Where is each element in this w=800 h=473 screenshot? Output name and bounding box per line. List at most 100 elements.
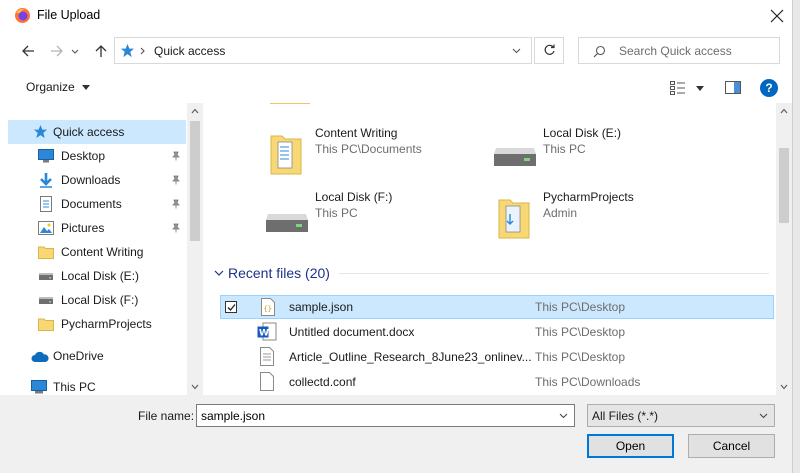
star-icon: [120, 43, 135, 58]
sidebar-item-documents[interactable]: Documents: [8, 192, 186, 216]
sidebar-item-onedrive[interactable]: OneDrive: [8, 344, 186, 368]
folder-icon: [270, 135, 302, 175]
command-bar: Organize ?: [0, 72, 800, 102]
sidebar-item-local-disk-f[interactable]: Local Disk (F:): [8, 288, 186, 312]
sidebar-item-label: Content Writing: [61, 245, 144, 259]
sidebar-item-content-writing[interactable]: Content Writing: [8, 240, 186, 264]
back-button[interactable]: [17, 40, 39, 62]
sidebar-item-local-disk-e[interactable]: Local Disk (E:): [8, 264, 186, 288]
change-view-button[interactable]: [668, 78, 708, 98]
address-location[interactable]: Quick access: [154, 44, 225, 58]
window-title: File Upload: [37, 8, 101, 22]
pin-icon: [172, 199, 180, 209]
file-list-scrollbar[interactable]: [776, 103, 792, 395]
file-row[interactable]: Article_Outline_Research_8June23_onlinev…: [220, 345, 774, 369]
file-name: sample.json: [289, 300, 354, 314]
document-icon: [40, 196, 52, 212]
scroll-down-icon: [780, 384, 788, 390]
filetype-select[interactable]: All Files (*.*): [587, 404, 775, 427]
file-location: This PC\Desktop: [535, 300, 626, 314]
close-icon: [770, 9, 784, 23]
file-row[interactable]: collectd.conf This PC\Downloads: [220, 370, 774, 394]
arrow-up-icon: [95, 45, 107, 57]
sidebar-item-label: Pictures: [61, 221, 105, 235]
tile-name: Local Disk (F:): [315, 190, 393, 204]
tile-name: Content Writing: [315, 126, 398, 140]
sidebar-item-this-pc[interactable]: This PC: [8, 375, 186, 395]
pin-icon: [172, 151, 180, 161]
tile-content-writing[interactable]: Content Writing This PC\Documents: [264, 126, 484, 186]
tile-name: Local Disk (E:): [543, 126, 622, 140]
scroll-up-icon: [191, 108, 199, 114]
file-location: This PC\Desktop: [535, 325, 626, 339]
file-name: collectd.conf: [289, 375, 356, 389]
chevron-down-icon: [71, 49, 79, 54]
address-bar[interactable]: Quick access: [114, 37, 532, 64]
filename-combobox[interactable]: [196, 404, 575, 427]
json-file-icon: {}: [261, 298, 275, 316]
tile-pycharmprojects[interactable]: PycharmProjects Admin: [492, 190, 712, 250]
sidebar-item-label: Local Disk (E:): [61, 269, 140, 283]
pin-icon: [172, 223, 180, 233]
cancel-button[interactable]: Cancel: [688, 434, 775, 458]
sidebar-item-label: Local Disk (F:): [61, 293, 139, 307]
file-location: This PC\Downloads: [535, 375, 641, 389]
folder-icon: [38, 246, 54, 259]
file-row-selected[interactable]: {} sample.json This PC\Desktop: [220, 295, 774, 319]
folder-icon: [38, 318, 54, 331]
sidebar-item-label: This PC: [53, 380, 96, 394]
scrollbar-thumb[interactable]: [190, 121, 200, 241]
sidebar-item-pictures[interactable]: Pictures: [8, 216, 186, 240]
tile-location: Admin: [543, 206, 578, 220]
forward-button[interactable]: [46, 40, 68, 62]
desktop-icon: [38, 149, 54, 163]
sidebar-item-quick-access[interactable]: Quick access: [8, 120, 186, 144]
open-button[interactable]: Open: [587, 434, 674, 458]
chevron-down-icon[interactable]: [559, 413, 568, 419]
recent-files-title: Recent files (20): [228, 265, 330, 281]
tile-local-disk-f[interactable]: Local Disk (F:) This PC: [264, 190, 484, 250]
help-button[interactable]: ?: [760, 79, 778, 97]
row-checkbox[interactable]: [225, 301, 237, 313]
organize-button[interactable]: Organize: [20, 76, 96, 98]
checkmark-icon: [227, 304, 236, 311]
folder-icon: [498, 199, 530, 239]
tile-location: This PC: [315, 206, 358, 220]
file-row[interactable]: W Untitled document.docx This PC\Desktop: [220, 320, 774, 344]
dialog-footer: File name: All Files (*.*) Open Cancel: [0, 395, 800, 473]
drive-icon: [494, 148, 536, 166]
view-details-icon: [670, 81, 685, 95]
chevron-down-icon[interactable]: [512, 48, 521, 54]
refresh-icon: [544, 44, 555, 55]
up-button[interactable]: [90, 40, 112, 62]
navigation-pane-scrollbar[interactable]: [187, 103, 203, 395]
recent-files-group-header[interactable]: Recent files (20): [212, 262, 772, 284]
group-divider: [339, 273, 769, 274]
file-list-pane: Content Writing This PC\Documents Local …: [204, 103, 776, 395]
chevron-right-icon: [140, 47, 145, 55]
cloud-icon: [31, 351, 49, 362]
filename-input[interactable]: [199, 406, 553, 425]
computer-icon: [31, 380, 47, 394]
close-button[interactable]: [760, 0, 794, 31]
preview-pane-button[interactable]: [722, 78, 744, 98]
filename-label: File name:: [138, 409, 195, 423]
text-file-icon: [260, 347, 274, 366]
firefox-icon: [15, 8, 30, 23]
file-name: Article_Outline_Research_8June23_onlinev…: [289, 350, 532, 364]
tile-local-disk-e[interactable]: Local Disk (E:) This PC: [492, 126, 712, 186]
tile-name: PycharmProjects: [543, 190, 634, 204]
svg-text:{}: {}: [264, 305, 272, 313]
sidebar-item-downloads[interactable]: Downloads: [8, 168, 186, 192]
scrollbar-thumb[interactable]: [779, 148, 789, 223]
sidebar-item-desktop[interactable]: Desktop: [8, 144, 186, 168]
filetype-value: All Files (*.*): [592, 409, 659, 423]
chevron-down-icon: [759, 413, 768, 419]
search-placeholder: Search Quick access: [619, 44, 732, 58]
sidebar-item-pycharmprojects[interactable]: PycharmProjects: [8, 312, 186, 336]
refresh-button[interactable]: [534, 37, 564, 64]
search-box[interactable]: Search Quick access: [578, 37, 780, 64]
recent-locations-button[interactable]: [68, 40, 82, 62]
drive-icon: [39, 297, 53, 304]
help-icon: ?: [765, 81, 773, 95]
